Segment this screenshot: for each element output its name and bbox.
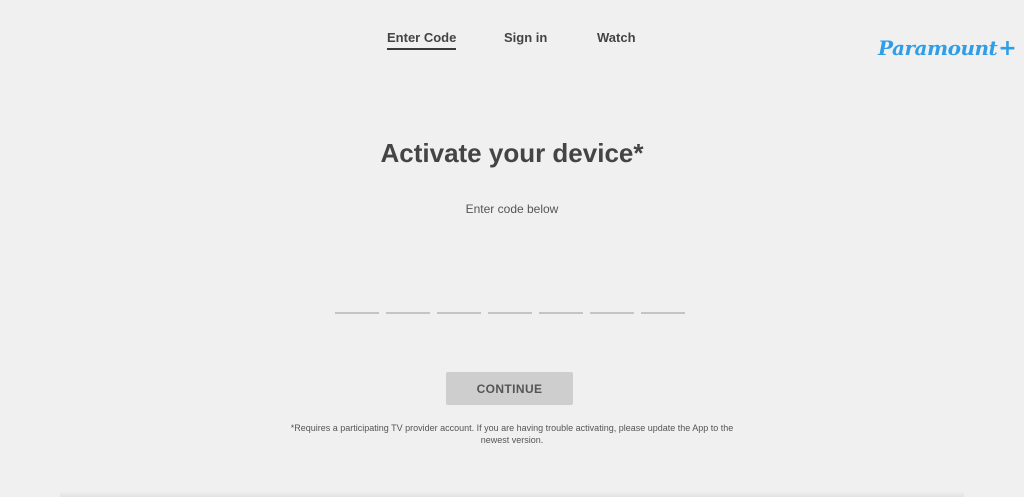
code-slot-7[interactable] [641,294,685,314]
code-slot-5[interactable] [539,294,583,314]
nav-enter-code[interactable]: Enter Code [387,30,457,50]
code-slot-2[interactable] [386,294,430,314]
code-slot-1[interactable] [335,294,379,314]
activation-code-inputs [335,294,695,314]
code-instruction: Enter code below [465,202,559,216]
bottom-divider [60,491,964,497]
code-slot-3[interactable] [437,294,481,314]
top-nav: Enter Code Sign in Watch [0,30,1024,54]
paramount-plus-logo[interactable]: Paramount+ [878,36,1017,61]
page-title: Activate your device* [380,138,644,168]
code-slot-4[interactable] [488,294,532,314]
nav-watch[interactable]: Watch [597,30,636,48]
logo-wordmark: Paramount [878,36,998,60]
logo-plus-icon: + [998,36,1017,61]
continue-button[interactable]: CONTINUE [446,372,573,405]
nav-sign-in[interactable]: Sign in [504,30,547,48]
code-slot-6[interactable] [590,294,634,314]
provider-footnote: *Requires a participating TV provider ac… [290,423,734,445]
